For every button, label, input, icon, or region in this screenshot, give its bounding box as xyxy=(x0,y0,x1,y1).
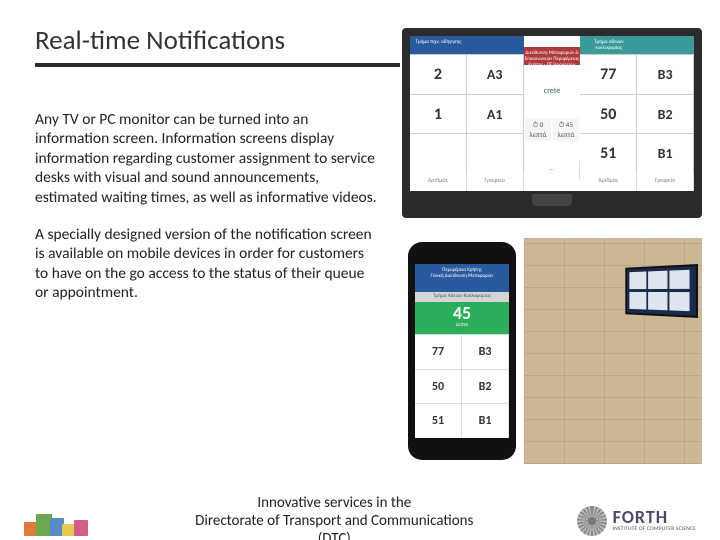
tv-row: 1 A1 xyxy=(410,94,524,134)
tv-left-panel: Τμήμα τεχν. οδήγησης 2 A3 1 A1 Αριθμός xyxy=(410,36,524,191)
tv-mid-panel: Διεύθυνση Μεταφορών & Επικοινωνιών Περιφ… xyxy=(524,36,581,191)
paragraph-2: A specially designed version of the noti… xyxy=(35,225,380,303)
tv-row xyxy=(410,133,524,173)
crete-region-logo xyxy=(24,506,92,536)
tv-stand xyxy=(532,194,572,206)
wall-photo xyxy=(524,238,702,464)
tv-header-right: Τμήμα αδειών κυκλοφορίας xyxy=(580,36,694,54)
forth-logo: FORTH INSTITUTE OF COMPUTER SCIENCE xyxy=(577,506,696,536)
phone-header: Περιφέρεια Κρήτης Γενική Διεύθυνση Μεταφ… xyxy=(415,264,509,292)
phone-row: 51 B1 xyxy=(415,403,509,438)
slide: Real-time Notifications Any TV or PC mon… xyxy=(0,20,720,540)
tv-row: 2 A3 xyxy=(410,54,524,94)
phone-screen: Περιφέρεια Κρήτης Γενική Διεύθυνση Μεταφ… xyxy=(415,264,509,438)
tv-screen: Τμήμα τεχν. οδήγησης 2 A3 1 A1 Αριθμός xyxy=(410,36,694,191)
body-text: Any TV or PC monitor can be turned into … xyxy=(35,110,380,320)
tv-sub-left: Αριθμός Γραφείο xyxy=(410,173,524,191)
phone-row: 77 B3 xyxy=(415,334,509,369)
footer-text: Innovative services in the Directorate o… xyxy=(92,494,577,540)
phone-wait-time: 45 λεπτά xyxy=(415,302,509,334)
title-underline xyxy=(35,63,400,67)
phone-subheader: Τμήμα Αδειών Κυκλοφορίας xyxy=(415,292,509,302)
crete-logo: crete xyxy=(544,86,561,96)
phone-mockup: Περιφέρεια Κρήτης Γενική Διεύθυνση Μεταφ… xyxy=(408,242,516,460)
tv-header-left: Τμήμα τεχν. οδήγησης xyxy=(410,36,524,54)
tv-row: 50 B2 xyxy=(580,94,694,134)
tv-sub-right: Αριθμός Γραφείο xyxy=(580,173,694,191)
paragraph-1: Any TV or PC monitor can be turned into … xyxy=(35,110,380,207)
tv-row: 51 B1 xyxy=(580,133,694,173)
slide-title: Real-time Notifications xyxy=(35,20,400,63)
title-block: Real-time Notifications xyxy=(35,20,400,67)
footer: Innovative services in the Directorate o… xyxy=(0,494,720,540)
tv-right-panel: Τμήμα αδειών κυκλοφορίας 77 B3 50 B2 51 … xyxy=(580,36,694,191)
forth-icon xyxy=(577,506,607,536)
tv-row: 77 B3 xyxy=(580,54,694,94)
phone-row: 50 B2 xyxy=(415,369,509,404)
tv-mockup: Τμήμα τεχν. οδήγησης 2 A3 1 A1 Αριθμός xyxy=(402,28,702,218)
wall-mounted-tv xyxy=(625,264,698,318)
